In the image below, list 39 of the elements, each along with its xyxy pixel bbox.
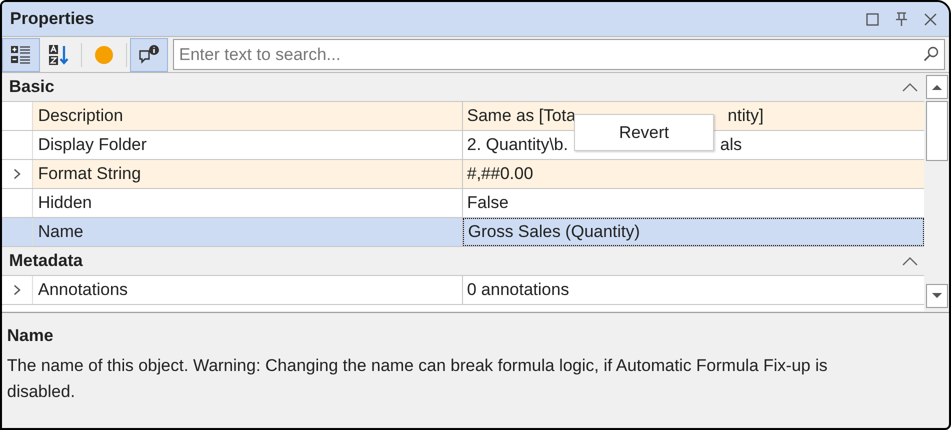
scroll-down-icon[interactable]	[932, 293, 942, 299]
property-value: #,##0.00	[467, 163, 534, 186]
search-icon[interactable]	[923, 46, 939, 62]
property-value: 0 annotations	[467, 279, 570, 302]
property-value: Gross Sales (Quantity)	[468, 221, 640, 244]
property-value: ntity]	[728, 105, 764, 128]
chevron-up-icon[interactable]	[902, 82, 918, 92]
categorized-list-icon	[10, 44, 32, 66]
toolbar-button[interactable]	[2, 38, 40, 72]
help-title: Name	[7, 325, 54, 347]
category-title: Basic	[9, 76, 56, 98]
pin-icon[interactable]	[895, 12, 908, 26]
chevron-up-icon[interactable]	[902, 256, 918, 266]
category-title: Metadata	[9, 250, 84, 272]
revert-popup[interactable]: Revert	[574, 114, 714, 151]
window-title: Properties	[10, 8, 96, 30]
sort-az-icon	[48, 44, 70, 66]
property-name: Format String	[38, 163, 141, 186]
property-row[interactable]: Format String #,##0.00	[2, 160, 924, 189]
property-name: Hidden	[38, 192, 92, 214]
property-row[interactable]: Name Gross Sales (Quantity)	[2, 218, 924, 247]
search-field[interactable]: Enter text to search...	[173, 39, 945, 70]
close-icon[interactable]	[924, 12, 937, 26]
comment-info-icon	[138, 44, 160, 66]
scroll-up-icon[interactable]	[932, 84, 942, 90]
property-value: False	[467, 192, 509, 214]
property-row[interactable]: Hidden False	[2, 189, 924, 218]
property-name: Annotations	[38, 279, 128, 302]
property-value: als	[720, 134, 742, 156]
property-row[interactable]: Annotations 0 annotations	[2, 276, 924, 305]
help-text: The name of this object. Warning: Changing the name can break formula logic, if Automatic Formula Fix-up is disabled.	[7, 354, 828, 402]
property-value: 2. Quantity\b.	[467, 134, 568, 156]
maximize-icon[interactable]	[866, 12, 879, 26]
property-name: Display Folder	[38, 134, 147, 156]
toolbar-button[interactable]	[130, 38, 168, 72]
property-name: Description	[38, 105, 124, 128]
scroll-thumb[interactable]	[926, 101, 948, 161]
property-value: Same as [Tota	[467, 105, 576, 128]
property-name: Name	[38, 221, 84, 244]
